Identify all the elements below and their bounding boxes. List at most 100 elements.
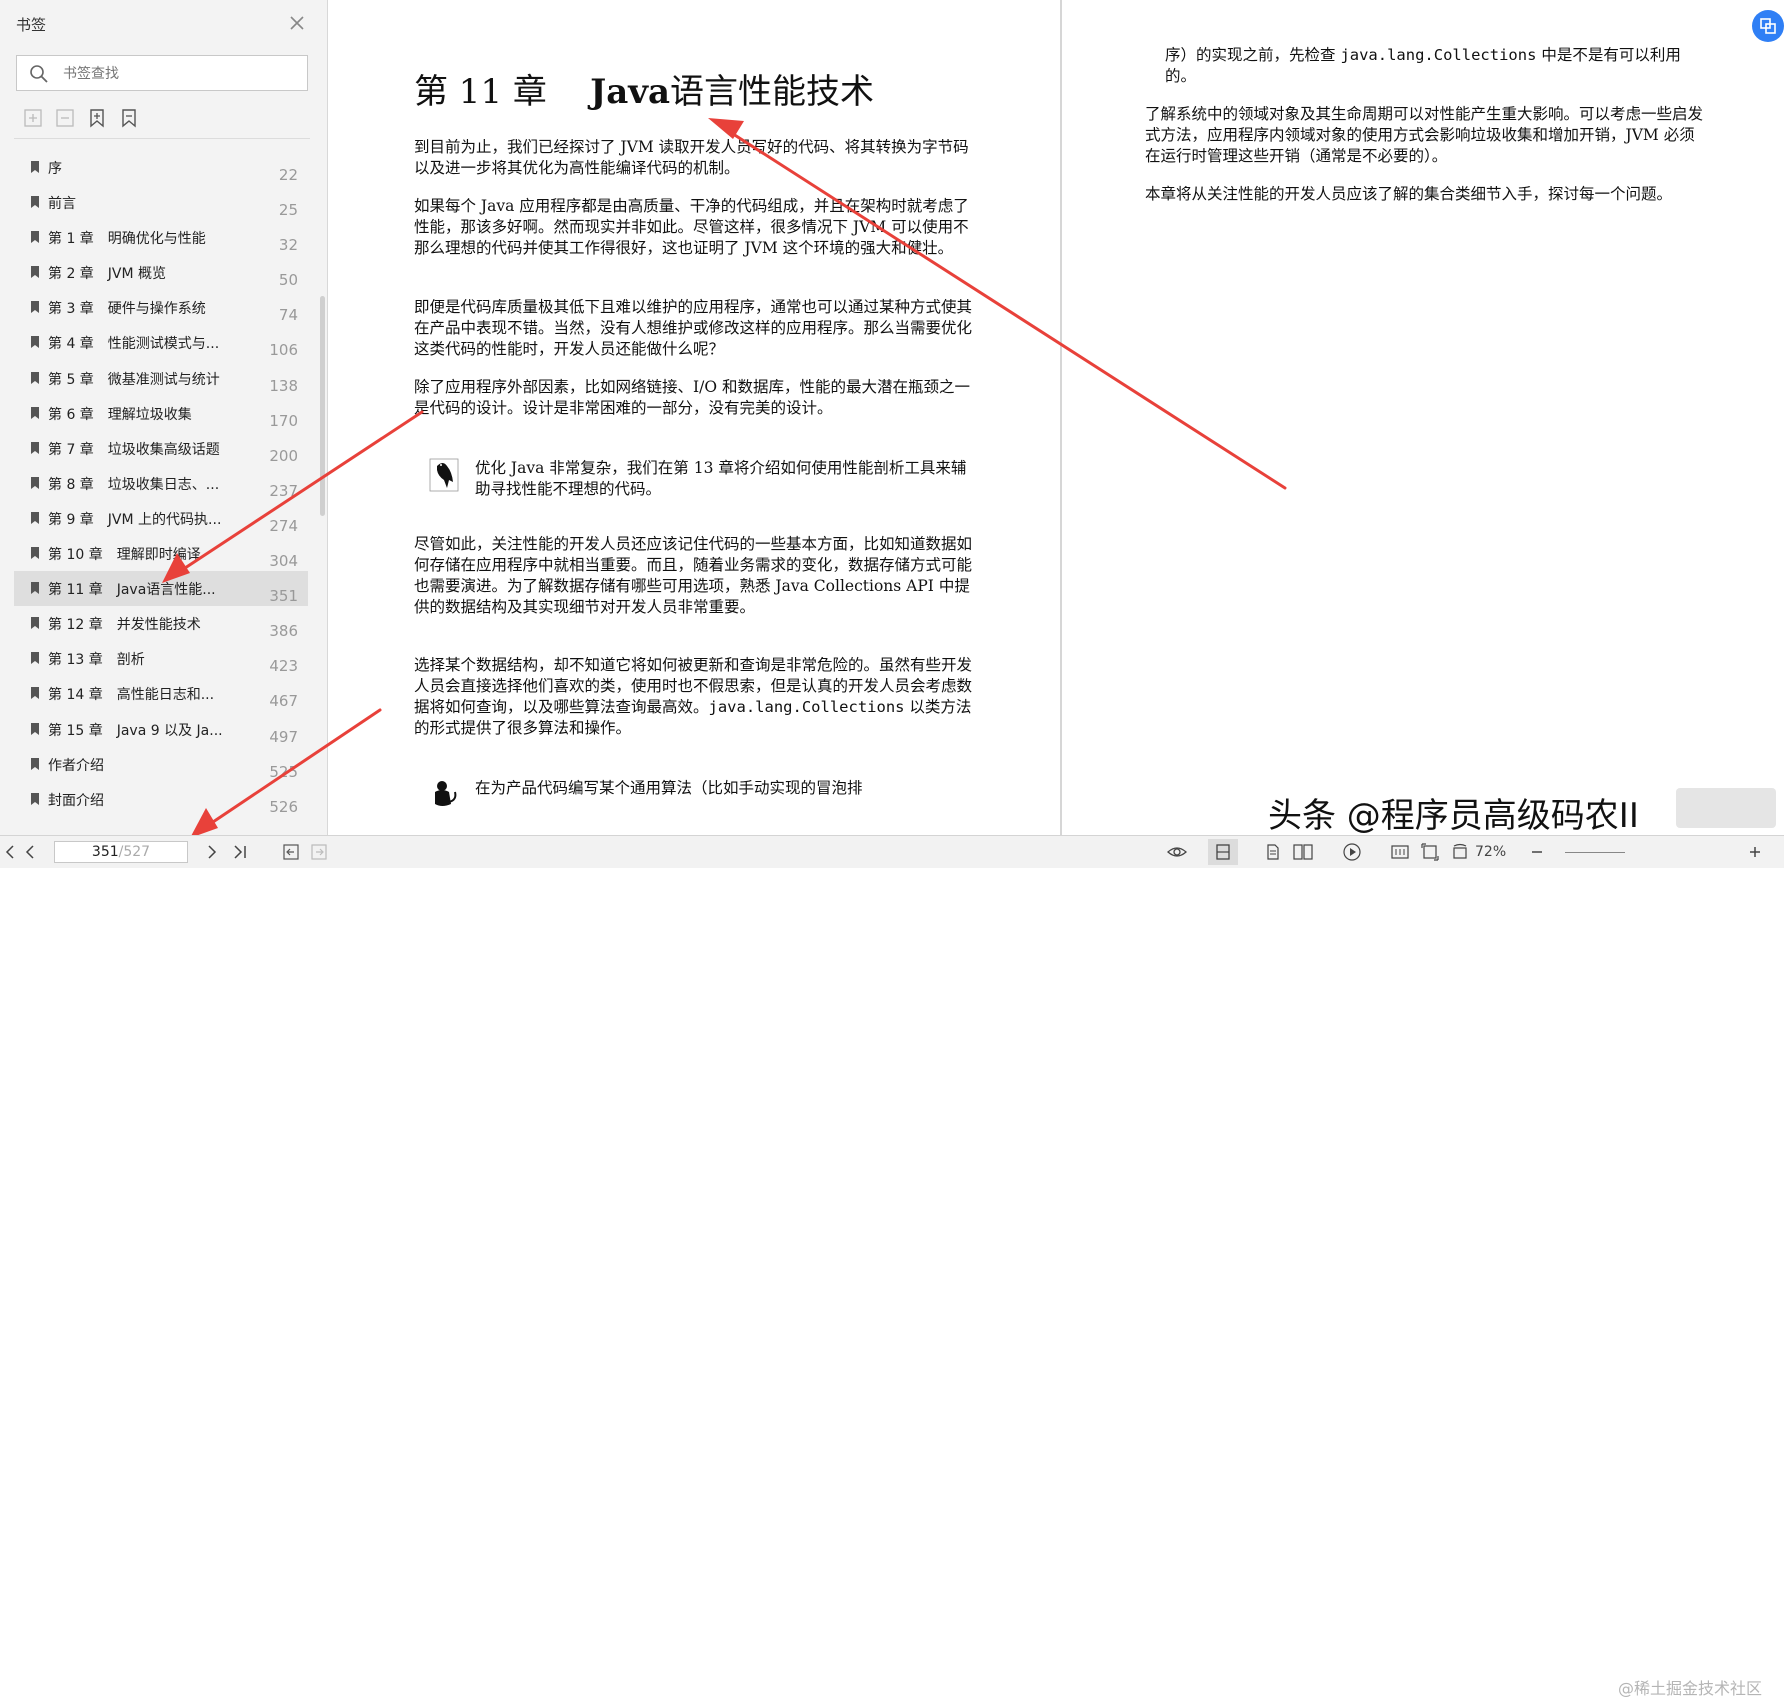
bookmark-icon <box>31 336 39 349</box>
zoom-out-icon[interactable] <box>1530 843 1544 861</box>
bookmark-item[interactable]: 前言 25 <box>14 185 308 220</box>
add-bookmark-icon[interactable] <box>86 107 108 129</box>
bookmark-item[interactable]: 第 8 章 垃圾收集日志、... 237 <box>14 466 308 501</box>
sidebar-divider <box>14 138 310 139</box>
bookmark-label: 第 9 章 JVM 上的代码执... <box>48 511 222 528</box>
page-number-input[interactable]: 351/527 <box>54 841 188 863</box>
expand-all-icon[interactable] <box>22 107 44 129</box>
total-pages: /527 <box>118 844 151 860</box>
actual-size-icon[interactable] <box>1390 843 1410 861</box>
continuous-page-icon[interactable] <box>1264 843 1282 861</box>
chapter-title-bold: Java <box>590 72 671 112</box>
bookmark-item[interactable]: 第 15 章 Java 9 以及 Ja... 497 <box>14 712 308 747</box>
bookmark-page: 525 <box>269 762 298 781</box>
bookmark-label: 第 4 章 性能测试模式与... <box>48 336 220 353</box>
bookmark-item[interactable]: 第 11 章 Java语言性能... 351 <box>14 571 308 607</box>
remove-bookmark-icon[interactable] <box>118 107 140 129</box>
bookmark-item[interactable]: 第 13 章 剖析 423 <box>14 641 308 676</box>
paragraph: 到目前为止，我们已经探讨了 JVM 读取开发人员写好的代码、将其转换为字节码以及… <box>414 138 969 177</box>
bookmark-page: 423 <box>269 657 298 676</box>
rotate-icon[interactable] <box>1450 843 1470 861</box>
bookmark-icon <box>31 266 39 279</box>
paragraph: 即便是代码库质量极其低下且难以维护的应用程序，通常也可以通过某种方式使其在产品中… <box>414 298 973 358</box>
watermark-backdrop <box>1676 788 1776 828</box>
bookmark-item[interactable]: 第 12 章 并发性能技术 386 <box>14 606 308 641</box>
bookmark-list: 序 22 前言 25 第 1 章 明确优化与性能 32 第 2 章 JVM 概览 50 第 3 … <box>14 150 308 817</box>
next-page-icon[interactable] <box>206 843 218 861</box>
bookmark-icon <box>31 652 39 665</box>
code-inline: java.lang.Collections <box>1340 46 1537 64</box>
bookmark-item[interactable]: 第 5 章 微基准测试与统计 138 <box>14 361 308 396</box>
first-page-icon[interactable] <box>4 843 16 861</box>
paragraph: 序）的实现之前，先检查 java.lang.Collections 中是不是有可… <box>1165 45 1705 87</box>
bookmark-page: 50 <box>278 271 298 290</box>
watermark-text: 头条 @程序员高级码农II <box>1268 796 1639 836</box>
bookmark-label: 第 12 章 并发性能技术 <box>48 617 201 634</box>
bookmark-icon <box>31 792 39 805</box>
bookmark-search-input[interactable] <box>61 62 295 86</box>
eye-icon[interactable] <box>1166 843 1188 861</box>
bookmark-label: 第 8 章 垃圾收集日志、... <box>48 476 220 493</box>
bookmark-icon <box>31 687 39 700</box>
close-icon[interactable] <box>286 12 308 34</box>
bookmark-label: 第 2 章 JVM 概览 <box>48 266 167 283</box>
collapse-all-icon[interactable] <box>54 107 76 129</box>
bookmark-icon <box>31 722 39 735</box>
play-icon[interactable] <box>1342 843 1362 861</box>
bookmark-page: 32 <box>278 236 298 255</box>
bookmark-item[interactable]: 序 22 <box>14 150 308 185</box>
back-history-icon[interactable] <box>282 843 300 861</box>
page-divider <box>1060 0 1062 835</box>
fit-page-icon[interactable] <box>1420 843 1440 861</box>
bookmark-sidebar: 书签 序22前言25第 1 章 明确优化与性能32第 2 章 JVM 概览50第… <box>0 0 328 835</box>
last-page-icon[interactable] <box>232 843 248 861</box>
zoom-level[interactable]: 72% <box>1475 844 1506 860</box>
paragraph: 尽管如此，关注性能的开发人员还应该记住代码的一些基本方面，比如知道数据如何存储在… <box>414 535 973 616</box>
bookmark-item[interactable]: 第 3 章 硬件与操作系统 74 <box>14 290 308 325</box>
status-bar: 351/527 72% @稀土掘金技术社区 <box>0 835 1784 1698</box>
bookmark-item[interactable]: 第 10 章 理解即时编译 304 <box>14 536 308 571</box>
bookmark-item[interactable]: 第 1 章 明确优化与性能 32 <box>14 220 308 255</box>
forward-history-icon[interactable] <box>310 843 328 861</box>
bookmark-item[interactable]: 第 7 章 垃圾收集高级话题 200 <box>14 431 308 466</box>
floating-tools-button[interactable] <box>1752 10 1784 42</box>
bookmark-label: 作者介绍 <box>48 757 104 774</box>
paragraph: 选择某个数据结构，却不知道它将如何被更新和查询是非常危险的。虽然有些开发人员会直… <box>414 655 974 739</box>
bookmark-icon <box>31 406 39 419</box>
search-icon <box>30 65 48 83</box>
bookmark-item[interactable]: 第 6 章 理解垃圾收集 170 <box>14 396 308 431</box>
bookmark-icon <box>31 547 39 560</box>
bookmark-page: 467 <box>269 692 298 711</box>
two-page-icon[interactable] <box>1292 843 1314 861</box>
bookmark-search[interactable] <box>16 55 308 91</box>
bookmark-item[interactable]: 第 14 章 高性能日志和... 467 <box>14 676 308 711</box>
bookmark-item[interactable]: 第 4 章 性能测试模式与... 106 <box>14 325 308 360</box>
sidebar-scrollbar[interactable] <box>320 296 325 516</box>
paragraph: 如果每个 Java 应用程序都是由高质量、干净的代码组成，并且在架构时就考虑了性… <box>414 197 969 257</box>
bookmark-item[interactable]: 第 2 章 JVM 概览 50 <box>14 255 308 290</box>
bookmark-label: 序 <box>48 161 62 177</box>
bookmark-icon <box>31 231 39 244</box>
bookmark-page: 74 <box>278 306 298 325</box>
bookmark-page: 138 <box>269 376 298 395</box>
bookmark-label: 第 5 章 微基准测试与统计 <box>48 371 220 388</box>
bookmark-item[interactable]: 第 9 章 JVM 上的代码执... 274 <box>14 501 308 536</box>
code-inline: java.lang.Collections <box>708 698 905 716</box>
bookmark-label: 第 15 章 Java 9 以及 Ja... <box>48 722 223 739</box>
single-page-toggle[interactable] <box>1208 839 1238 865</box>
prev-page-icon[interactable] <box>24 843 36 861</box>
left-page: 第 11 章 Java语言性能技术 到目前为止，我们已经探讨了 JVM 读取开发… <box>414 0 974 835</box>
note-text: 优化 Java 非常复杂，我们在第 13 章将介绍如何使用性能剖析工具来辅助寻找… <box>475 459 967 498</box>
bookmark-label: 第 10 章 理解即时编译 <box>48 547 201 564</box>
right-page: 序）的实现之前，先检查 java.lang.Collections 中是不是有可… <box>1145 0 1705 835</box>
zoom-in-icon[interactable] <box>1748 843 1762 861</box>
bookmark-item[interactable]: 作者介绍 525 <box>14 747 308 782</box>
zoom-slider[interactable] <box>1565 852 1625 853</box>
bookmark-item[interactable]: 封面介绍 526 <box>14 782 308 817</box>
bookmark-icon <box>31 511 39 524</box>
bookmark-label: 第 13 章 剖析 <box>48 652 145 669</box>
bookmark-label: 第 7 章 垃圾收集高级话题 <box>48 441 220 458</box>
bookmark-page: 106 <box>269 341 298 360</box>
bookmark-icon <box>31 161 39 173</box>
chapter-title-rest: 语言性能技术 <box>670 72 875 112</box>
